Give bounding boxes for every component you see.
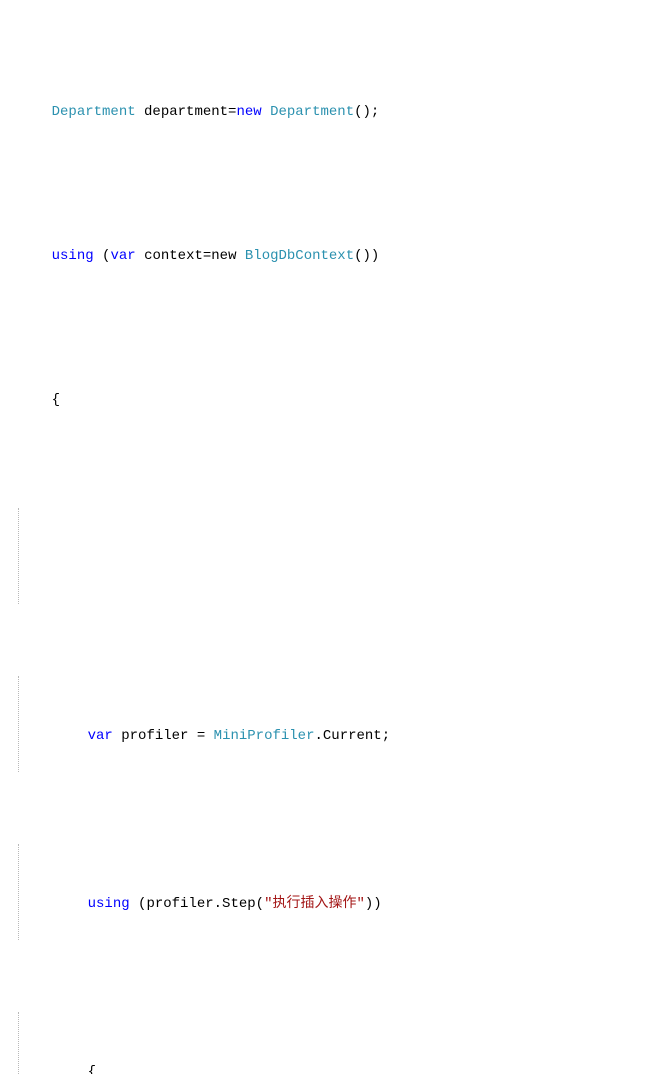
code-line: var profiler = MiniProfiler.Current;	[18, 676, 661, 772]
code-line	[18, 508, 661, 604]
code-line: Department department=new Department();	[18, 76, 661, 148]
code-editor[interactable]: Department department=new Department(); …	[0, 0, 661, 1074]
code-line: using (profiler.Step("执行插入操作"))	[18, 844, 661, 940]
string-token: "执行插入操作"	[264, 896, 365, 912]
code-line: using (var context=new BlogDbContext())	[18, 220, 661, 292]
keyword-token: new	[236, 104, 261, 120]
code-line: {	[18, 364, 661, 436]
type-token: Department	[52, 104, 136, 120]
code-line: {	[18, 1012, 661, 1074]
